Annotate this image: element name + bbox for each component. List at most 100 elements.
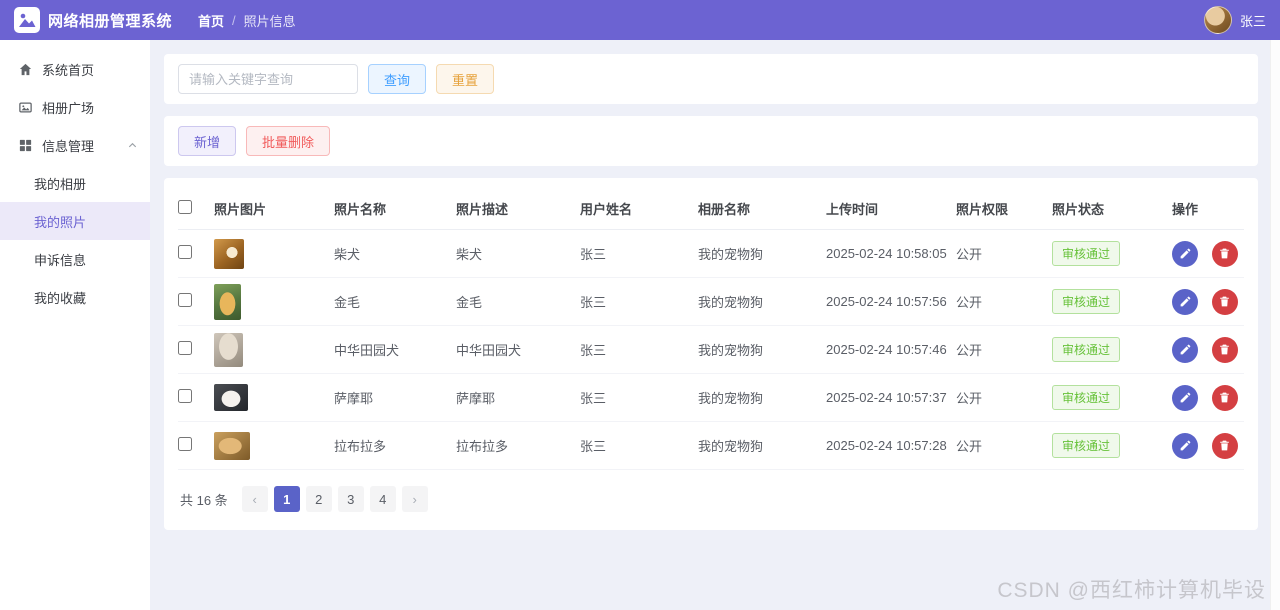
cell-album-name: 我的宠物狗	[698, 391, 764, 406]
sidebar-item-label: 相册广场	[42, 100, 95, 116]
delete-button[interactable]	[1211, 432, 1238, 459]
cell-photo-desc: 金毛	[456, 295, 483, 310]
photo-thumbnail[interactable]	[214, 283, 241, 320]
photo-thumbnail[interactable]	[214, 332, 243, 367]
edit-button[interactable]	[1172, 336, 1198, 363]
table-row: 拉布拉多 拉布拉多 张三 我的宠物狗 2025-02-24 10:57:28 公…	[178, 422, 1244, 470]
cell-album-name: 我的宠物狗	[698, 295, 764, 310]
photos-table: 照片图片 照片名称 照片描述 用户姓名 相册名称 上传时间 照片权限 照片状态 …	[178, 188, 1244, 470]
sidebar: 系统首页 相册广场 信息管理 我的相册 我的照片 申诉信息 我的收藏	[0, 40, 150, 610]
cell-permission: 公开	[956, 391, 983, 406]
prev-page-button[interactable]: ‹	[241, 486, 268, 512]
row-checkbox[interactable]	[178, 245, 192, 259]
app-header: 网络相册管理系统 首页 / 照片信息 张三	[0, 0, 1280, 40]
sidebar-item-my-photos[interactable]: 我的照片	[0, 202, 150, 240]
app-title: 网络相册管理系统	[48, 12, 173, 30]
cell-photo-name: 金毛	[334, 295, 361, 310]
status-badge: 审核通过	[1052, 433, 1121, 458]
cell-photo-desc: 柴犬	[456, 247, 483, 262]
status-badge: 审核通过	[1052, 337, 1121, 362]
sidebar-item-label: 我的相册	[34, 176, 87, 192]
add-button[interactable]: 新增	[178, 126, 237, 156]
edit-button[interactable]	[1172, 384, 1198, 411]
page-button-3[interactable]: 3	[337, 486, 364, 512]
table-row: 金毛 金毛 张三 我的宠物狗 2025-02-24 10:57:56 公开 审核…	[178, 278, 1244, 326]
sidebar-item-album-plaza[interactable]: 相册广场	[0, 88, 150, 126]
delete-button[interactable]	[1211, 384, 1238, 411]
breadcrumb-separator: /	[232, 12, 236, 28]
row-checkbox[interactable]	[178, 293, 192, 307]
delete-button[interactable]	[1211, 288, 1238, 315]
edit-button[interactable]	[1172, 288, 1198, 315]
cell-photo-name: 拉布拉多	[334, 439, 387, 454]
col-header-actions: 操作	[1172, 202, 1199, 217]
col-header-time: 上传时间	[826, 202, 879, 217]
pagination-total: 共 16 条	[180, 492, 228, 508]
cell-permission: 公开	[956, 343, 983, 358]
edit-button[interactable]	[1172, 432, 1198, 459]
cell-user-name: 张三	[580, 247, 607, 262]
col-header-status: 照片状态	[1052, 202, 1105, 217]
sidebar-item-home[interactable]: 系统首页	[0, 50, 150, 88]
logo-box: 网络相册管理系统	[14, 7, 172, 33]
sidebar-item-info-management[interactable]: 信息管理	[0, 126, 150, 164]
photo-thumbnail[interactable]	[214, 384, 248, 411]
photo-thumbnail[interactable]	[214, 238, 244, 269]
cell-photo-desc: 萨摩耶	[456, 391, 496, 406]
sidebar-item-my-favorites[interactable]: 我的收藏	[0, 278, 150, 316]
page-button-4[interactable]: 4	[369, 486, 396, 512]
table-row: 柴犬 柴犬 张三 我的宠物狗 2025-02-24 10:58:05 公开 审核…	[178, 230, 1244, 278]
row-checkbox[interactable]	[178, 341, 192, 355]
col-header-desc: 照片描述	[456, 202, 509, 217]
photo-thumbnail[interactable]	[214, 431, 250, 460]
search-input[interactable]	[178, 64, 358, 94]
batch-delete-button[interactable]: 批量删除	[246, 126, 331, 156]
table-row: 中华田园犬 中华田园犬 张三 我的宠物狗 2025-02-24 10:57:46…	[178, 326, 1244, 374]
col-header-name: 照片名称	[334, 202, 387, 217]
breadcrumb-current: 照片信息	[243, 13, 296, 29]
search-card: 查询 重置	[164, 54, 1258, 104]
delete-button[interactable]	[1211, 240, 1238, 267]
sidebar-item-appeals[interactable]: 申诉信息	[0, 240, 150, 278]
cell-user-name: 张三	[580, 295, 607, 310]
query-button[interactable]: 查询	[368, 64, 427, 94]
cell-photo-name: 中华田园犬	[334, 343, 400, 358]
breadcrumb-home[interactable]: 首页	[198, 11, 224, 30]
breadcrumb: 首页 / 照片信息	[198, 11, 296, 30]
pagination: 共 16 条 ‹ 1 2 3 4 ›	[178, 470, 1244, 520]
cell-upload-time: 2025-02-24 10:57:37	[826, 390, 947, 405]
col-header-perm: 照片权限	[956, 202, 1009, 217]
edit-button[interactable]	[1172, 240, 1198, 267]
user-avatar[interactable]	[1203, 6, 1232, 34]
status-badge: 审核通过	[1052, 241, 1121, 266]
next-page-button[interactable]: ›	[401, 486, 428, 512]
sidebar-item-label: 信息管理	[42, 138, 95, 154]
col-header-user: 用户姓名	[580, 202, 633, 217]
cell-photo-name: 柴犬	[334, 247, 361, 262]
cell-album-name: 我的宠物狗	[698, 343, 764, 358]
cell-permission: 公开	[956, 295, 983, 310]
reset-button[interactable]: 重置	[436, 64, 495, 94]
header-user-area[interactable]: 张三	[1203, 6, 1266, 34]
page-button-1[interactable]: 1	[273, 486, 300, 512]
cell-photo-desc: 拉布拉多	[456, 439, 509, 454]
row-checkbox[interactable]	[178, 437, 192, 451]
page-button-2[interactable]: 2	[305, 486, 332, 512]
cell-album-name: 我的宠物狗	[698, 439, 764, 454]
cell-permission: 公开	[956, 247, 983, 262]
sidebar-item-my-albums[interactable]: 我的相册	[0, 164, 150, 202]
select-all-checkbox[interactable]	[178, 200, 192, 214]
cell-photo-name: 萨摩耶	[334, 391, 374, 406]
cell-user-name: 张三	[580, 391, 607, 406]
sidebar-item-label: 系统首页	[42, 62, 95, 78]
actions-card: 新增 批量删除	[164, 116, 1258, 166]
col-header-photo: 照片图片	[214, 202, 267, 217]
chevron-up-icon	[127, 140, 138, 151]
delete-button[interactable]	[1211, 336, 1238, 363]
cell-permission: 公开	[956, 439, 983, 454]
scrollbar[interactable]	[1270, 40, 1280, 610]
table-row: 萨摩耶 萨摩耶 张三 我的宠物狗 2025-02-24 10:57:37 公开 …	[178, 374, 1244, 422]
cell-album-name: 我的宠物狗	[698, 247, 764, 262]
image-icon	[18, 100, 33, 115]
row-checkbox[interactable]	[178, 389, 192, 403]
